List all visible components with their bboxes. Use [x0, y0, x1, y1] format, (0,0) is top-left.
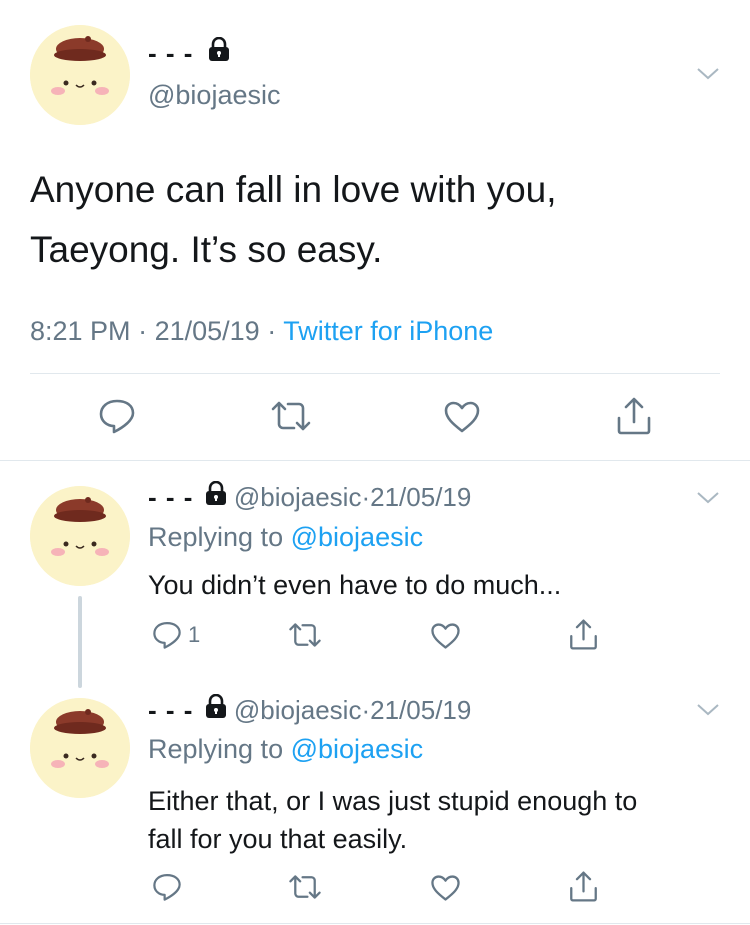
- handle[interactable]: @biojaesic: [234, 695, 362, 725]
- meta-separator: ·: [361, 695, 371, 725]
- tweet-text-line: Anyone can fall in love with you,: [30, 169, 557, 210]
- replying-to-link[interactable]: @biojaesic: [291, 522, 423, 552]
- reply-button[interactable]: [152, 872, 182, 902]
- share-button[interactable]: [568, 870, 599, 903]
- section-divider: [0, 460, 750, 461]
- meta-separator: ·: [138, 316, 148, 346]
- thread-line: [78, 596, 82, 688]
- tweet-date: 21/05/19: [370, 482, 472, 512]
- avatar[interactable]: [30, 698, 130, 798]
- tweet-text: Anyone can fall in love with you, Taeyon…: [30, 160, 557, 280]
- chevron-down-icon[interactable]: [696, 702, 720, 723]
- share-button[interactable]: [615, 396, 653, 436]
- display-name[interactable]: - - -: [148, 482, 193, 512]
- display-name[interactable]: - - -: [148, 695, 193, 725]
- replying-to: Replying to @biojaesic: [148, 734, 423, 765]
- chevron-down-icon[interactable]: [696, 66, 720, 87]
- lock-icon: [205, 693, 227, 725]
- reply-icon: [153, 622, 181, 649]
- retweet-button[interactable]: [288, 874, 322, 900]
- retweet-icon: [271, 401, 311, 431]
- like-button[interactable]: [430, 622, 461, 650]
- lock-icon: [205, 480, 227, 512]
- like-button[interactable]: [430, 874, 461, 902]
- chevron-down-icon[interactable]: [696, 490, 720, 511]
- reply-icon: [153, 874, 181, 901]
- share-icon: [570, 619, 597, 650]
- like-icon: [431, 623, 460, 649]
- replying-to-link[interactable]: @biojaesic: [291, 734, 423, 764]
- retweet-icon: [289, 623, 321, 647]
- replying-to: Replying to @biojaesic: [148, 522, 423, 553]
- reply-text-line: Either that, or I was just stupid enough…: [148, 786, 638, 816]
- reply-icon: [99, 399, 135, 434]
- avatar[interactable]: [30, 486, 130, 586]
- like-icon: [444, 401, 480, 433]
- retweet-button[interactable]: [288, 622, 322, 648]
- reply-button[interactable]: [98, 398, 136, 434]
- reply-text: You didn’t even have to do much...: [148, 570, 562, 600]
- reply-text-line: fall for you that easily.: [148, 824, 408, 854]
- tweet-time: 8:21 PM: [30, 316, 131, 346]
- retweet-icon: [289, 875, 321, 899]
- handle[interactable]: @biojaesic: [148, 80, 280, 111]
- reply-count: 1: [188, 622, 201, 647]
- tweet-text-line: Taeyong. It’s so easy.: [30, 229, 383, 270]
- retweet-button[interactable]: [270, 400, 312, 432]
- like-icon: [431, 875, 460, 901]
- like-button[interactable]: [443, 400, 481, 434]
- lock-icon: [208, 36, 230, 68]
- tweet-date: 21/05/19: [154, 316, 260, 346]
- handle[interactable]: @biojaesic: [234, 482, 362, 512]
- display-name[interactable]: - - -: [148, 38, 193, 68]
- tweet-date: 21/05/19: [370, 695, 472, 725]
- replying-label: Replying to: [148, 522, 284, 552]
- reply-header: - - - @biojaesic·21/05/19: [148, 693, 472, 726]
- meta-separator: ·: [267, 316, 277, 346]
- reply-button[interactable]: 1: [152, 620, 200, 650]
- share-icon: [570, 871, 597, 902]
- tweet-meta: 8:21 PM · 21/05/19 · Twitter for iPhone: [30, 316, 493, 347]
- reply-text: Either that, or I was just stupid enough…: [148, 782, 637, 858]
- share-button[interactable]: [568, 618, 599, 651]
- replying-label: Replying to: [148, 734, 284, 764]
- reply-header: - - - @biojaesic·21/05/19: [148, 480, 472, 513]
- divider: [30, 373, 720, 374]
- meta-separator: ·: [361, 482, 371, 512]
- share-icon: [617, 397, 651, 435]
- avatar[interactable]: [30, 25, 130, 125]
- tweet-source-link[interactable]: Twitter for iPhone: [283, 316, 493, 346]
- section-divider: [0, 923, 750, 924]
